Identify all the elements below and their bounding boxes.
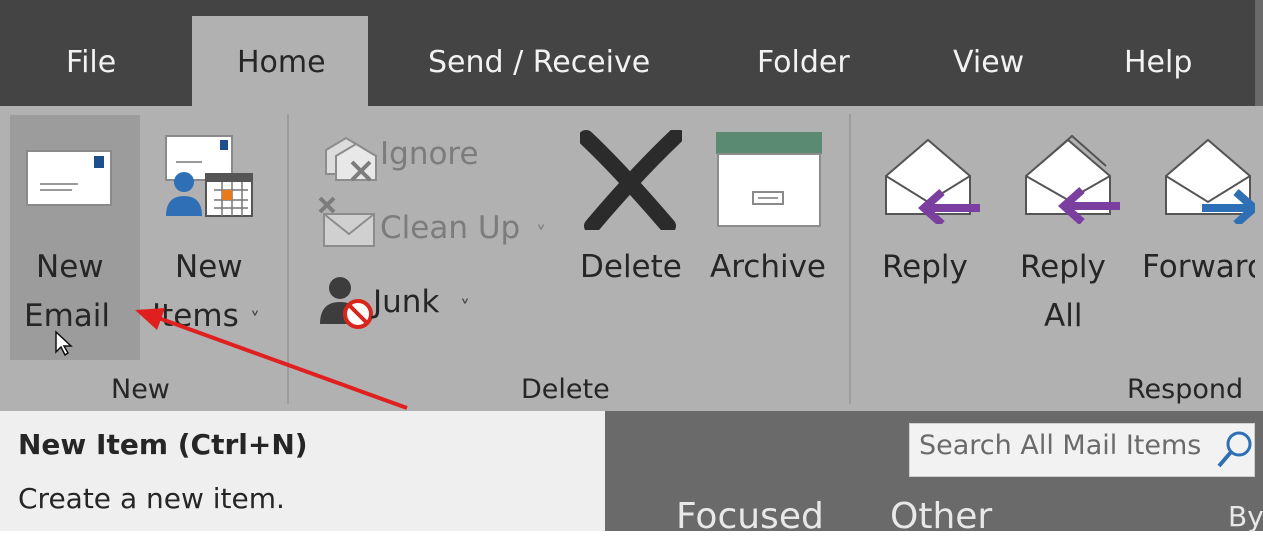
clean-up-icon[interactable] [316, 192, 376, 248]
reply-icon[interactable] [882, 136, 982, 224]
delete-icon[interactable] [580, 130, 682, 230]
reply-label[interactable]: Reply [882, 244, 968, 290]
delete-label[interactable]: Delete [580, 244, 682, 290]
tooltip-description: Create a new item. [18, 482, 285, 515]
tab-help[interactable]: Help [1124, 38, 1192, 88]
archive-label[interactable]: Archive [710, 244, 826, 290]
envelope-icon [26, 150, 112, 206]
reply-all-icon[interactable] [1022, 134, 1122, 224]
new-items-label-line1[interactable]: New [175, 244, 243, 290]
new-email-label-line1: New [36, 249, 104, 285]
ignore-icon[interactable] [322, 136, 378, 182]
search-placeholder[interactable]: Search All Mail Items [919, 430, 1201, 461]
sort-by-label[interactable]: By [1228, 500, 1263, 533]
tab-folder[interactable]: Folder [757, 38, 850, 88]
tab-file[interactable]: File [66, 38, 116, 88]
tab-view[interactable]: View [953, 38, 1024, 88]
annotation-arrow [125, 300, 410, 412]
clean-up-label[interactable]: Clean Up [380, 208, 520, 248]
tooltip-title: New Item (Ctrl+N) [18, 428, 308, 461]
search-icon[interactable] [1215, 428, 1255, 470]
group-label-respond: Respond [1127, 374, 1244, 405]
reply-all-label-line1[interactable]: Reply [1020, 244, 1106, 290]
ribbon-tab-bar: File Home Send / Receive Folder View Hel… [0, 0, 1263, 108]
new-items-icon[interactable] [162, 134, 254, 218]
chevron-down-icon[interactable]: ˅ [536, 214, 546, 254]
forward-icon[interactable] [1162, 136, 1255, 224]
archive-icon[interactable] [714, 130, 824, 230]
window-edge [1255, 0, 1263, 106]
tab-send-receive[interactable]: Send / Receive [428, 38, 650, 88]
reply-all-label-line2[interactable]: All [1044, 293, 1082, 339]
forward-label[interactable]: Forward [1142, 244, 1255, 290]
chevron-down-icon[interactable]: ˅ [460, 288, 470, 328]
group-label-delete: Delete [521, 374, 610, 405]
tab-home[interactable]: Home [237, 38, 326, 88]
cursor-icon [54, 330, 76, 356]
ignore-label[interactable]: Ignore [380, 134, 479, 174]
group-separator [849, 114, 851, 404]
